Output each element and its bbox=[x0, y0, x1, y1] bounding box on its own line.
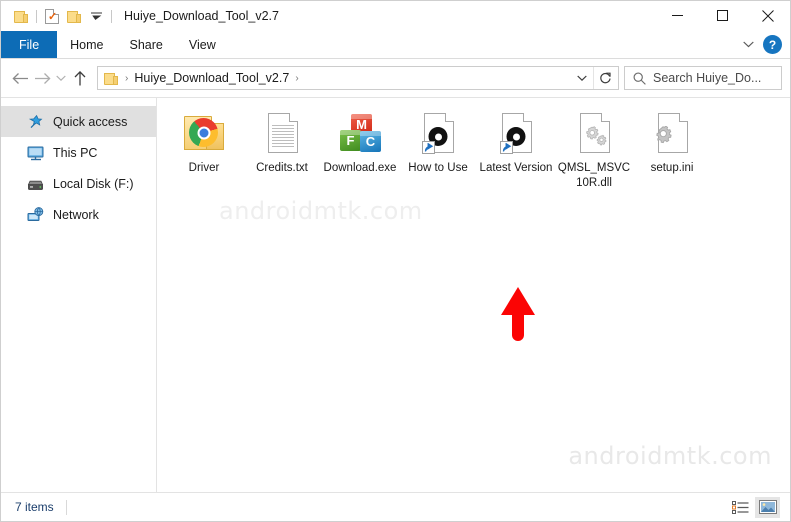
list-item[interactable]: setup.ini bbox=[633, 108, 711, 191]
search-icon bbox=[633, 72, 646, 85]
search-placeholder: Search Huiye_Do... bbox=[653, 71, 762, 85]
breadcrumb-separator-1[interactable]: › bbox=[291, 73, 302, 84]
sidebar-item-quick-access[interactable]: Quick access bbox=[1, 106, 156, 137]
address-bar: › Huiye_Download_Tool_v2.7 › Search Huiy… bbox=[1, 59, 790, 97]
internet-shortcut-icon bbox=[414, 110, 462, 158]
folder-icon[interactable] bbox=[10, 5, 32, 27]
list-item[interactable]: Credits.txt bbox=[243, 108, 321, 191]
toolbar-divider-2 bbox=[111, 9, 112, 23]
details-view-icon[interactable] bbox=[728, 497, 753, 518]
list-item[interactable]: Driver bbox=[165, 108, 243, 191]
ribbon-right-controls: ? bbox=[737, 31, 786, 58]
customize-caret-icon[interactable] bbox=[85, 5, 107, 27]
sidebar-item-this-pc[interactable]: This PC bbox=[1, 137, 156, 168]
forward-icon[interactable] bbox=[31, 65, 53, 91]
close-icon[interactable] bbox=[745, 1, 790, 30]
computer-icon bbox=[27, 144, 44, 161]
chevron-down-icon[interactable] bbox=[737, 34, 759, 56]
annotation-arrow-up-icon bbox=[501, 287, 535, 341]
tab-view[interactable]: View bbox=[176, 31, 229, 58]
drive-icon bbox=[27, 175, 44, 192]
address-dropdown-icon[interactable] bbox=[571, 67, 593, 89]
ribbon-tabs: File Home Share View ? bbox=[1, 31, 790, 59]
window-controls bbox=[655, 1, 790, 30]
file-label: setup.ini bbox=[650, 162, 694, 174]
properties-icon[interactable]: ✓ bbox=[41, 5, 63, 27]
up-icon[interactable] bbox=[69, 65, 91, 91]
maximize-icon[interactable] bbox=[700, 1, 745, 30]
file-label: QMSL_MSVC10R.dll bbox=[557, 162, 631, 189]
new-folder-icon[interactable] bbox=[63, 5, 85, 27]
quick-access-toolbar: ✓ Huiye_Download_Tool_v2.7 bbox=[1, 5, 279, 27]
folder-chrome-icon bbox=[180, 110, 228, 158]
breadcrumb-separator-0[interactable]: › bbox=[121, 73, 132, 84]
file-explorer-window: ✓ Huiye_Download_Tool_v2.7 File Home Sha… bbox=[0, 0, 791, 522]
list-item[interactable]: QMSL_MSVC10R.dll bbox=[555, 108, 633, 191]
sidebar-item-label: Network bbox=[53, 207, 99, 222]
help-icon[interactable]: ? bbox=[763, 35, 782, 54]
sidebar-item-label: This PC bbox=[53, 145, 98, 160]
main-content: Quick access This PC Local Disk (F:) Net… bbox=[1, 97, 790, 492]
breadcrumb-folder-icon bbox=[104, 72, 119, 85]
search-input[interactable]: Search Huiye_Do... bbox=[624, 66, 782, 90]
file-label: Download.exe bbox=[323, 162, 397, 174]
sidebar-item-network[interactable]: Network bbox=[1, 199, 156, 230]
status-divider bbox=[65, 499, 67, 515]
back-icon[interactable] bbox=[9, 65, 31, 91]
refresh-icon[interactable] bbox=[594, 67, 616, 89]
view-toggle-group bbox=[728, 496, 780, 518]
item-count-label: 7 items bbox=[15, 500, 54, 514]
list-item[interactable]: M F C Download.exe bbox=[321, 108, 399, 191]
gear-glyph bbox=[656, 126, 672, 144]
title-bar: ✓ Huiye_Download_Tool_v2.7 bbox=[1, 1, 790, 31]
file-label: Credits.txt bbox=[256, 162, 308, 174]
list-item[interactable]: Latest Version bbox=[477, 108, 555, 191]
list-item[interactable]: How to Use bbox=[399, 108, 477, 191]
text-document-icon bbox=[258, 110, 306, 158]
network-icon bbox=[27, 206, 44, 223]
large-icons-view-icon[interactable] bbox=[755, 496, 780, 518]
file-label: How to Use bbox=[408, 162, 468, 174]
status-bar: 7 items bbox=[1, 492, 790, 521]
navigation-pane: Quick access This PC Local Disk (F:) Net… bbox=[1, 98, 157, 492]
mfc-application-icon: M F C bbox=[336, 110, 384, 158]
sidebar-item-label: Quick access bbox=[53, 114, 128, 129]
breadcrumb-item-0[interactable]: Huiye_Download_Tool_v2.7 bbox=[134, 71, 289, 85]
watermark-bottom: androidmtk.com bbox=[568, 442, 772, 470]
shortcut-arrow-icon bbox=[500, 141, 513, 154]
shortcut-arrow-icon bbox=[422, 141, 435, 154]
file-label: Latest Version bbox=[479, 162, 553, 174]
sidebar-item-local-disk-f[interactable]: Local Disk (F:) bbox=[1, 168, 156, 199]
dll-gears-icon bbox=[570, 110, 618, 158]
star-pin-icon bbox=[27, 113, 44, 130]
tab-home[interactable]: Home bbox=[57, 31, 116, 58]
tab-file[interactable]: File bbox=[1, 31, 58, 58]
breadcrumb-bar[interactable]: › Huiye_Download_Tool_v2.7 › bbox=[97, 66, 619, 90]
window-title: Huiye_Download_Tool_v2.7 bbox=[124, 9, 279, 23]
sidebar-item-label: Local Disk (F:) bbox=[53, 176, 134, 191]
file-grid: Driver Credits.txt M F C Download.exe Ho… bbox=[165, 108, 790, 197]
toolbar-divider bbox=[36, 9, 37, 23]
gears-glyph bbox=[586, 126, 607, 146]
recent-locations-icon[interactable] bbox=[53, 65, 69, 91]
breadcrumb: › Huiye_Download_Tool_v2.7 › bbox=[104, 71, 571, 85]
file-label: Driver bbox=[188, 162, 220, 174]
tab-share[interactable]: Share bbox=[117, 31, 176, 58]
watermark-top: androidmtk.com bbox=[219, 197, 423, 225]
configuration-gear-icon bbox=[648, 110, 696, 158]
minimize-icon[interactable] bbox=[655, 1, 700, 30]
file-list-pane[interactable]: androidmtk.com Driver Credits.txt M F C … bbox=[157, 98, 790, 492]
internet-shortcut-icon bbox=[492, 110, 540, 158]
